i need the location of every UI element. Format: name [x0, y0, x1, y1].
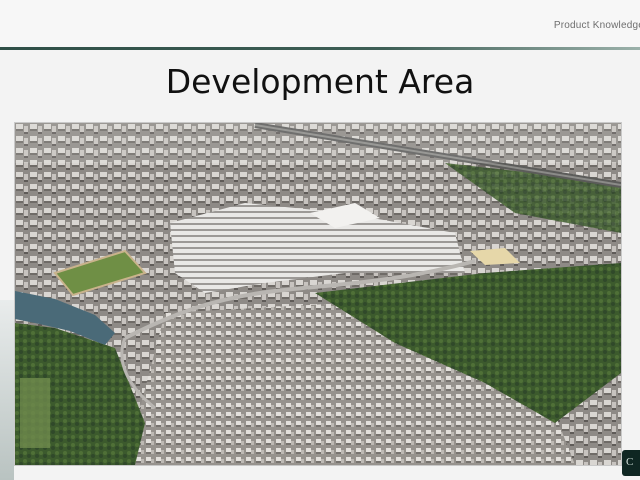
brand-logo-icon: C — [622, 450, 640, 476]
slide-title: Development Area — [165, 62, 475, 101]
aerial-render-image — [14, 122, 622, 466]
left-decoration — [0, 300, 14, 480]
slide-header: Product Knowledge — [0, 0, 640, 48]
header-divider — [0, 47, 640, 50]
section-label: Product Knowledge — [553, 20, 640, 31]
